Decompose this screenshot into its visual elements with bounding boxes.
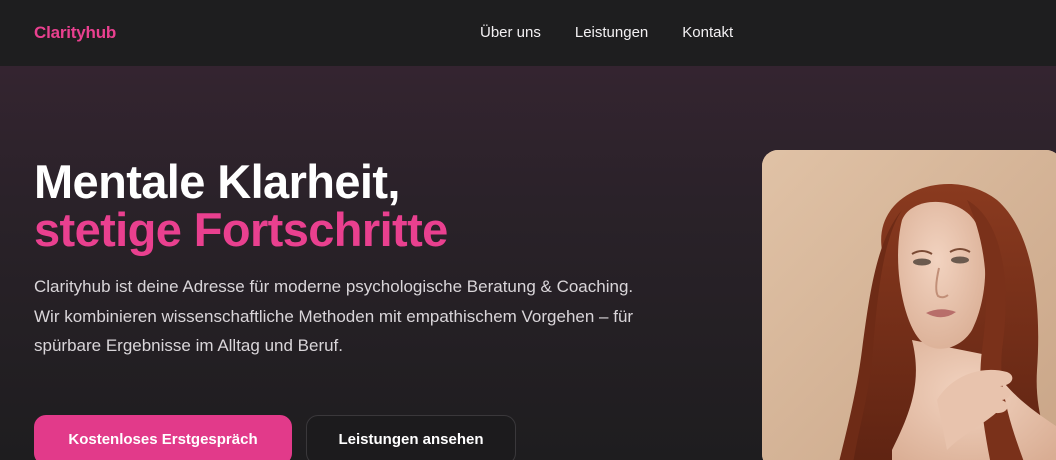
hero-headline: Mentale Klarheit, stetige Fortschritte [34, 158, 448, 254]
nav-link-kontakt[interactable]: Kontakt [682, 24, 733, 41]
main-nav: Über uns Leistungen Kontakt [480, 24, 733, 41]
view-services-button[interactable]: Leistungen ansehen [306, 415, 516, 460]
nav-link-leistungen[interactable]: Leistungen [575, 24, 648, 41]
site-header: Clarityhub Über uns Leistungen Kontakt [0, 0, 1056, 66]
hero-description: Clarityhub ist deine Adresse für moderne… [34, 277, 634, 355]
free-consultation-button[interactable]: Kostenloses Erstgespräch [34, 415, 292, 460]
headline-line-1: Mentale Klarheit, [34, 155, 401, 208]
nav-link-ueber-uns[interactable]: Über uns [480, 24, 541, 41]
brand-logo[interactable]: Clarityhub [34, 23, 116, 43]
page: Clarityhub Über uns Leistungen Kontakt M… [0, 0, 1056, 460]
headline-line-2: stetige Fortschritte [34, 203, 448, 256]
hero-portrait-image [762, 150, 1056, 460]
